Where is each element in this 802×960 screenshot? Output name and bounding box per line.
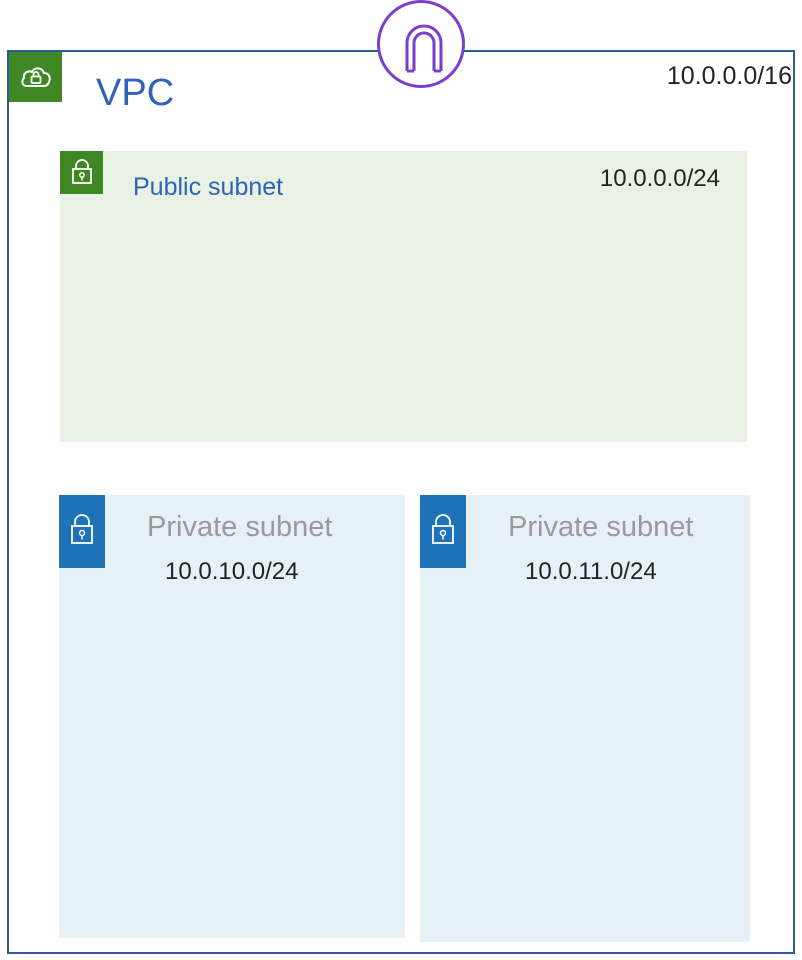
public-subnet[interactable]: Public subnet 10.0.0.0/24 xyxy=(60,151,747,442)
public-subnet-label: Public subnet xyxy=(133,173,284,201)
private-subnet-icon-box xyxy=(59,495,105,568)
internet-gateway[interactable] xyxy=(377,0,465,88)
public-subnet-cidr: 10.0.0.0/24 xyxy=(599,165,720,192)
lock-icon xyxy=(432,514,454,544)
vpc-cidr: 10.0.0.0/16 xyxy=(666,62,792,90)
private-subnet-icon-box xyxy=(420,495,466,568)
private-subnet-cidr: 10.0.11.0/24 xyxy=(525,558,657,585)
public-subnet-icon-box xyxy=(60,151,103,194)
internet-gateway-icon xyxy=(405,24,443,73)
private-subnet-cidr: 10.0.10.0/24 xyxy=(165,558,299,585)
private-subnet-label: Private subnet xyxy=(147,511,333,543)
lock-icon xyxy=(71,514,93,544)
lock-icon xyxy=(72,159,92,184)
private-subnet-2[interactable]: Private subnet 10.0.11.0/24 xyxy=(420,495,750,942)
private-subnet-1[interactable]: Private subnet 10.0.10.0/24 xyxy=(59,495,405,938)
cloud-lock-icon xyxy=(21,67,51,87)
vpc-icon-box xyxy=(9,52,62,102)
vpc-title: VPC xyxy=(96,72,175,114)
private-subnet-label: Private subnet xyxy=(508,511,694,543)
